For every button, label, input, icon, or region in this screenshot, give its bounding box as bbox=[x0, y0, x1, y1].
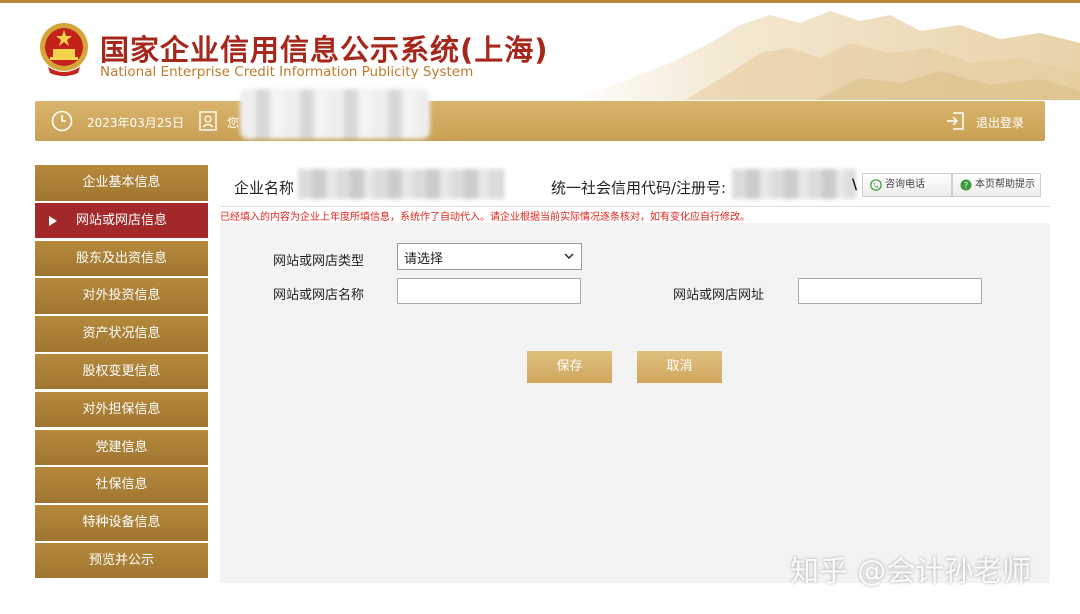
sidebar-item-label: 网站或网店信息 bbox=[75, 212, 167, 228]
sidebar-item-equity-change[interactable]: 股权变更信息 bbox=[35, 353, 208, 390]
cancel-button[interactable]: 取消 bbox=[637, 351, 722, 383]
website-url-label: 网站或网店网址 bbox=[673, 288, 765, 303]
sidebar-nav: 企业基本信息 网站或网店信息 股东及出资信息 对外投资信息 资产状况信息 股权变… bbox=[35, 165, 208, 581]
user-info-bar: 2023年03月25日 您 退出登录 bbox=[35, 89, 1045, 141]
sidebar-item-label: 股东及出资信息 bbox=[75, 250, 167, 266]
watermark-text: 知乎 @会计孙老师 bbox=[790, 554, 1032, 588]
save-button[interactable]: 保存 bbox=[527, 351, 612, 383]
sidebar-item-label: 对外投资信息 bbox=[82, 288, 161, 304]
website-type-label: 网站或网店类型 bbox=[273, 254, 365, 269]
help-icon: ? bbox=[960, 179, 972, 191]
sidebar-item-party-building[interactable]: 党建信息 bbox=[35, 429, 208, 466]
website-type-value: 请选择 bbox=[404, 252, 444, 267]
company-name-label: 企业名称 bbox=[234, 179, 295, 197]
sidebar-item-label: 资产状况信息 bbox=[82, 326, 161, 342]
main-content: 企业名称 统一社会信用代码/注册号: \ 咨询电话 ? 本页帮助提示 已经填入的… bbox=[220, 165, 1050, 583]
svg-text:?: ? bbox=[964, 181, 968, 190]
page: 国家企业信用信息公示系统(上海) National Enterprise Cre… bbox=[0, 0, 1080, 614]
redacted-credit-code bbox=[732, 169, 856, 199]
company-info-row: 企业名称 统一社会信用代码/注册号: \ 咨询电话 ? 本页帮助提示 bbox=[220, 165, 1050, 207]
sidebar-item-label: 股权变更信息 bbox=[82, 363, 161, 379]
auto-fill-notice: 已经填入的内容为企业上年度所填信息，系统作了自动代入。请企业根据当前实际情况逐条… bbox=[220, 212, 750, 223]
redacted-company-name bbox=[298, 169, 504, 199]
redacted-username bbox=[240, 89, 430, 139]
sidebar-item-basic-info[interactable]: 企业基本信息 bbox=[35, 165, 208, 201]
sidebar-item-social-insurance[interactable]: 社保信息 bbox=[35, 467, 208, 503]
sidebar-item-guarantee[interactable]: 对外担保信息 bbox=[35, 391, 208, 428]
current-date: 2023年03月25日 bbox=[87, 116, 185, 130]
sidebar-item-investment[interactable]: 对外投资信息 bbox=[35, 278, 208, 314]
page-help-label: 本页帮助提示 bbox=[975, 179, 1035, 190]
user-greeting: 您 bbox=[227, 116, 240, 130]
clock-icon bbox=[51, 110, 73, 132]
sidebar-item-label: 企业基本信息 bbox=[82, 175, 161, 190]
national-emblem-icon bbox=[40, 23, 88, 76]
phone-icon bbox=[870, 179, 882, 191]
sidebar-item-special-equipment[interactable]: 特种设备信息 bbox=[35, 505, 208, 541]
consult-phone-label: 咨询电话 bbox=[885, 179, 925, 190]
sidebar-item-label: 对外担保信息 bbox=[82, 401, 161, 417]
website-type-select[interactable]: 请选择 bbox=[397, 243, 582, 270]
sidebar-item-label: 特种设备信息 bbox=[82, 515, 161, 531]
sidebar-item-label: 社保信息 bbox=[95, 477, 148, 493]
sidebar-item-website-info[interactable]: 网站或网店信息 bbox=[35, 202, 208, 239]
sidebar-item-preview-publish[interactable]: 预览并公示 bbox=[35, 542, 208, 579]
site-header: 国家企业信用信息公示系统(上海) National Enterprise Cre… bbox=[0, 3, 1080, 100]
sidebar-item-assets[interactable]: 资产状况信息 bbox=[35, 316, 208, 352]
website-name-input[interactable] bbox=[397, 278, 581, 304]
logout-button[interactable]: 退出登录 bbox=[976, 114, 1024, 131]
consult-phone-button[interactable]: 咨询电话 bbox=[862, 173, 952, 197]
sidebar-item-shareholders[interactable]: 股东及出资信息 bbox=[35, 240, 208, 277]
credit-code-tail: \ bbox=[852, 177, 858, 193]
sidebar-item-label: 党建信息 bbox=[95, 439, 148, 455]
logout-icon[interactable] bbox=[945, 111, 965, 131]
user-icon bbox=[199, 111, 217, 131]
sidebar-item-label: 预览并公示 bbox=[88, 552, 154, 568]
chevron-down-icon bbox=[564, 253, 574, 259]
page-help-button[interactable]: ? 本页帮助提示 bbox=[952, 173, 1041, 197]
website-form: 网站或网店类型 请选择 网站或网店名称 网站或网店网址 保存 取消 bbox=[220, 223, 1050, 583]
credit-code-label: 统一社会信用代码/注册号: bbox=[551, 179, 727, 197]
website-name-label: 网站或网店名称 bbox=[273, 288, 365, 303]
mountain-background-illustration bbox=[569, 11, 1080, 100]
website-url-input[interactable] bbox=[798, 278, 982, 304]
site-subtitle: National Enterprise Credit Information P… bbox=[100, 64, 474, 80]
site-title: 国家企业信用信息公示系统(上海) bbox=[100, 33, 549, 67]
